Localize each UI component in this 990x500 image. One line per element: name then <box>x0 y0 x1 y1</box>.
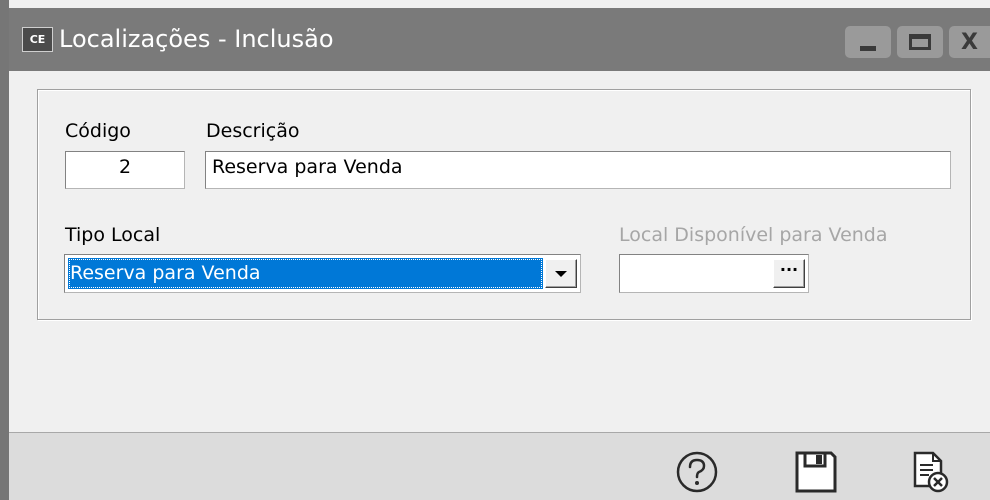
button-bar <box>9 432 990 500</box>
dialog-window: CE Localizações - Inclusão X Código 2 De… <box>0 0 990 500</box>
minimize-icon <box>860 45 876 51</box>
local-disponivel-field[interactable]: ··· <box>619 254 809 293</box>
cancel-button[interactable] <box>907 447 955 497</box>
help-button[interactable] <box>673 447 721 497</box>
help-icon <box>676 451 718 493</box>
save-button[interactable] <box>792 447 840 497</box>
descricao-field[interactable]: Reserva para Venda <box>205 151 951 189</box>
dropdown-button[interactable] <box>545 259 577 288</box>
codigo-label: Código <box>65 120 131 142</box>
tipo-local-label: Tipo Local <box>65 224 161 246</box>
close-icon: X <box>961 29 978 55</box>
maximize-button[interactable] <box>897 26 943 58</box>
lookup-button[interactable]: ··· <box>773 259 805 288</box>
close-button[interactable]: X <box>949 26 990 58</box>
maximize-icon <box>909 34 931 50</box>
tipo-local-selected-value: Reserva para Venda <box>68 258 543 289</box>
codigo-field[interactable]: 2 <box>65 151 185 189</box>
title-bar[interactable]: CE Localizações - Inclusão X <box>9 8 990 71</box>
window-title: Localizações - Inclusão <box>59 25 334 53</box>
chevron-down-icon <box>555 270 567 277</box>
save-icon <box>795 451 837 493</box>
descricao-label: Descrição <box>206 120 300 142</box>
tipo-local-select[interactable]: Reserva para Venda <box>64 254 581 293</box>
minimize-button[interactable] <box>845 26 891 58</box>
local-disponivel-label: Local Disponível para Venda <box>619 224 888 246</box>
cancel-document-icon <box>913 451 949 493</box>
app-icon[interactable]: CE <box>22 27 53 52</box>
window-border <box>0 0 9 500</box>
